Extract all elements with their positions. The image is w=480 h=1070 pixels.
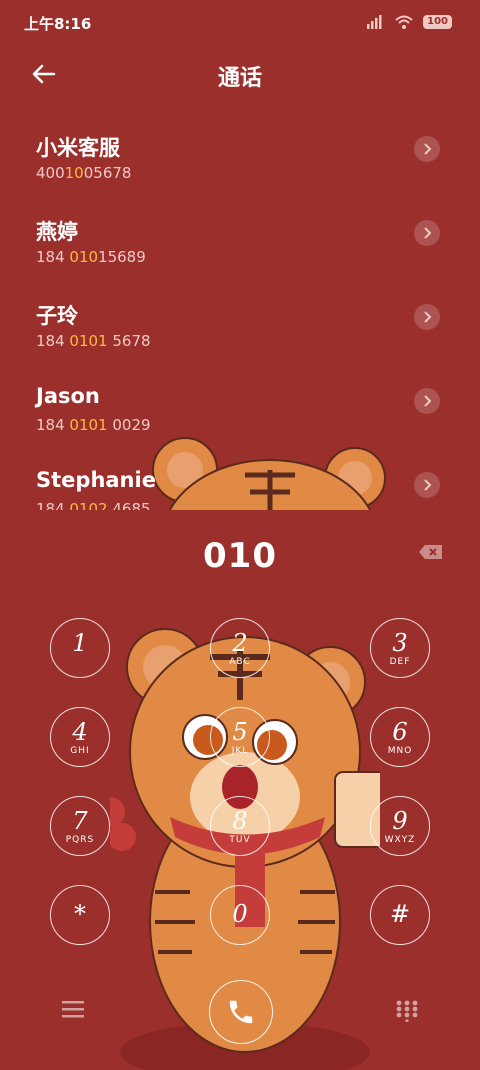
dial-key-7[interactable]: 7 PQRS (50, 796, 110, 856)
dial-key-0[interactable]: 0 (210, 885, 270, 945)
chevron-right-icon (424, 227, 432, 239)
dialer-panel: 010 1 2 ABC 3 DEF 4 GHI 5 JKL 6 MNO 7 PQRS 8 TU… (0, 510, 480, 1070)
status-bar: 上午8:16 100 (0, 0, 480, 44)
dial-key-2[interactable]: 2 ABC (210, 618, 270, 678)
dial-key-5[interactable]: 5 JKL (210, 707, 270, 767)
wifi-icon (395, 15, 413, 29)
contact-detail-button[interactable] (414, 304, 440, 330)
list-item[interactable]: Jason 184 0101 0029 (0, 370, 480, 454)
status-icons: 100 (367, 15, 452, 29)
contact-name: Jason (36, 384, 100, 408)
contact-name: 燕婷 (36, 220, 78, 244)
dial-key-star[interactable]: * (50, 885, 110, 945)
chevron-right-icon (424, 311, 432, 323)
keypad-icon[interactable] (396, 1000, 418, 1022)
dial-key-9[interactable]: 9 WXYZ (370, 796, 430, 856)
contact-number: 184 0101 0029 (36, 416, 151, 434)
dial-key-6[interactable]: 6 MNO (370, 707, 430, 767)
contact-number: 184 01015689 (36, 248, 146, 266)
contact-detail-button[interactable] (414, 136, 440, 162)
status-time: 上午8:16 (24, 15, 92, 33)
contact-number: 184 0102 4685 (36, 500, 151, 510)
battery-icon: 100 (423, 15, 452, 29)
contact-detail-button[interactable] (414, 220, 440, 246)
signal-icon (367, 15, 382, 29)
contact-name: 小米客服 (36, 136, 120, 160)
phone-icon (229, 1000, 253, 1024)
header: 通话 (0, 50, 480, 98)
contact-suggestions-list[interactable]: 小米客服 4001005678 燕婷 184 01015689 子玲 184 0… (0, 118, 480, 510)
dial-key-3[interactable]: 3 DEF (370, 618, 430, 678)
contact-detail-button[interactable] (414, 388, 440, 414)
contact-name: 子玲 (36, 304, 78, 328)
call-button[interactable] (209, 980, 273, 1044)
contact-detail-button[interactable] (414, 472, 440, 498)
list-item[interactable]: 燕婷 184 01015689 (0, 202, 480, 286)
list-item[interactable]: 子玲 184 0101 5678 (0, 286, 480, 370)
backspace-icon[interactable] (418, 544, 444, 560)
contact-name: Stephanie (36, 468, 156, 492)
chevron-right-icon (424, 479, 432, 491)
list-item[interactable]: Stephanie 184 0102 4685 (0, 454, 480, 510)
dial-key-8[interactable]: 8 TUV (210, 796, 270, 856)
menu-icon[interactable] (62, 1000, 84, 1018)
dial-number-display[interactable]: 010 (0, 536, 480, 576)
page-title: 通话 (217, 66, 262, 91)
contact-number: 4001005678 (36, 164, 132, 182)
chevron-right-icon (424, 143, 432, 155)
chevron-right-icon (424, 395, 432, 407)
list-item[interactable]: 小米客服 4001005678 (0, 118, 480, 202)
dial-key-4[interactable]: 4 GHI (50, 707, 110, 767)
dial-key-1[interactable]: 1 (50, 618, 110, 678)
dial-key-hash[interactable]: # (370, 885, 430, 945)
contact-number: 184 0101 5678 (36, 332, 151, 350)
